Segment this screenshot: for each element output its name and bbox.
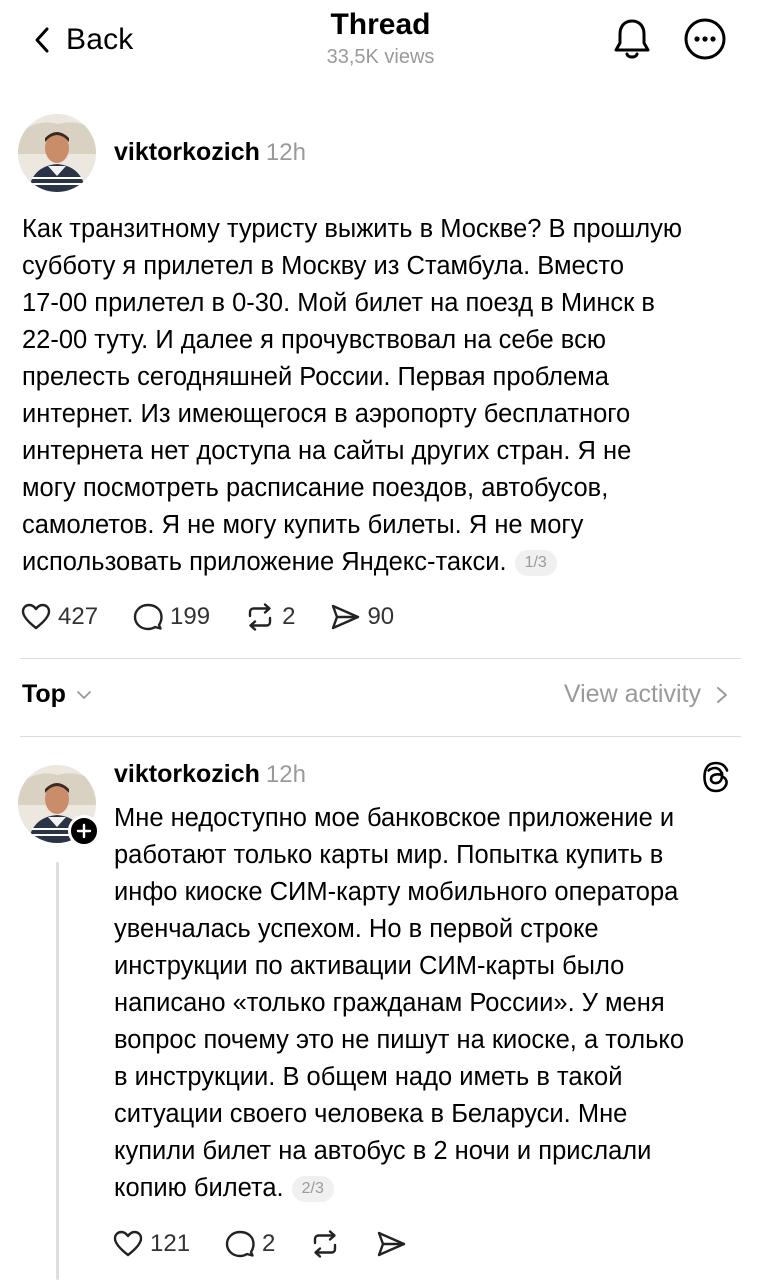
post-text-line: копию билета. xyxy=(114,1174,284,1202)
share-count: 90 xyxy=(367,603,395,630)
post-header: viktorkozich 12h xyxy=(114,138,306,167)
post-text-line: ситуации своего человека в Беларуси. Мне xyxy=(114,1100,628,1128)
post-text-line: Мне недоступно мое банковское приложение… xyxy=(114,804,675,832)
post-actions: 121 2 xyxy=(112,1224,441,1264)
post-text-line: работают только карты мир. Попытка купит… xyxy=(114,841,664,869)
post-text-line: могу посмотреть расписание поездов, авто… xyxy=(22,474,609,502)
thread-counter: 1/3 xyxy=(514,550,557,576)
divider xyxy=(20,736,741,737)
post-header: viktorkozich 12h xyxy=(114,760,306,789)
post-text-line: инструкции по активации СИМ-карты было xyxy=(114,952,625,980)
send-icon xyxy=(378,1231,406,1257)
post-text-line: купили билет на автобус в 2 ночи и присл… xyxy=(114,1137,652,1165)
post-text-line: увенчалась успехом. Но в первой строке xyxy=(114,915,599,943)
repost-button[interactable]: 2 xyxy=(244,601,295,633)
post-text-line: использовать приложение Яндекс-такси. xyxy=(22,548,507,576)
post-text-line: субботу я прилетел в Москву из Стамбула.… xyxy=(22,252,625,280)
repost-count: 2 xyxy=(282,603,296,630)
post-text-line: прелесть сегодняшней России. Первая проб… xyxy=(22,363,609,391)
heart-icon xyxy=(113,1230,143,1257)
repost-icon xyxy=(314,1230,337,1258)
timestamp: 12h xyxy=(265,139,306,166)
sort-dropdown[interactable]: Top xyxy=(22,680,94,709)
post-body: Как транзитному туристу выжить в Москве?… xyxy=(22,211,682,581)
view-activity-label: View activity xyxy=(563,680,701,708)
post-text-line: вопрос почему это не пишут на киоске, а … xyxy=(114,1026,685,1054)
share-button[interactable] xyxy=(375,1228,407,1260)
post-actions: 427 199 2 90 xyxy=(20,597,428,637)
avatar[interactable] xyxy=(18,114,96,192)
comment-icon xyxy=(225,1230,255,1258)
post-text-line: 22-00 туту. И далее я прочувствовал на с… xyxy=(22,326,606,354)
post-text-line: инфо киоске СИМ-карту мобильного операто… xyxy=(114,878,679,906)
thread-counter: 2/3 xyxy=(291,1176,334,1202)
post-text-line: самолетов. Я не могу купить билеты. Я не… xyxy=(22,511,584,539)
heart-icon xyxy=(21,603,51,630)
post-text-line: Как транзитному туристу выжить в Москве?… xyxy=(22,215,682,243)
share-button[interactable]: 90 xyxy=(329,601,394,633)
more-icon[interactable] xyxy=(680,14,730,64)
post-text-line: интернета нет доступа на сайты других ст… xyxy=(22,437,632,465)
post-text-line-last: копию билета. 2/3 xyxy=(114,1170,684,1207)
sort-label: Top xyxy=(22,680,66,708)
reply-button[interactable]: 199 xyxy=(132,601,210,633)
repost-icon xyxy=(248,603,272,631)
post-text-line-last: использовать приложение Яндекс-такси. 1/3 xyxy=(22,544,682,581)
like-count: 427 xyxy=(58,603,99,630)
like-button[interactable]: 121 xyxy=(112,1228,190,1260)
avatar-photo xyxy=(18,114,96,192)
username[interactable]: viktorkozich xyxy=(114,138,260,167)
like-count: 121 xyxy=(150,1230,191,1257)
post-text-line: в инструкции. В общем надо иметь в такой xyxy=(114,1063,623,1091)
comment-icon xyxy=(133,603,163,631)
follow-button[interactable] xyxy=(68,815,100,847)
chevron-right-icon xyxy=(717,686,727,703)
threads-logo-icon[interactable] xyxy=(700,760,732,794)
bell-icon[interactable] xyxy=(610,16,654,62)
plus-icon xyxy=(76,823,92,839)
repost-button[interactable] xyxy=(309,1228,341,1260)
username[interactable]: viktorkozich xyxy=(114,760,260,789)
reply-count: 199 xyxy=(170,603,211,630)
timestamp: 12h xyxy=(265,761,306,788)
view-activity-link[interactable]: View activity xyxy=(564,680,731,709)
chevron-down-icon xyxy=(77,690,91,699)
post-body: Мне недоступно мое банковское приложение… xyxy=(114,800,684,1207)
send-icon xyxy=(332,604,360,630)
reply-button[interactable]: 2 xyxy=(224,1228,275,1260)
like-button[interactable]: 427 xyxy=(20,601,98,633)
post-text-line: 17-00 прилетел в 0-30. Мой билет на поез… xyxy=(22,289,655,317)
reply-count: 2 xyxy=(262,1230,276,1257)
post-text-line: интернет. Из имеющегося в аэропорту бесп… xyxy=(22,400,631,428)
thread-connector-line xyxy=(56,862,59,1280)
divider xyxy=(20,658,741,659)
post-text-line: написано «только гражданам России». У ме… xyxy=(114,989,665,1017)
